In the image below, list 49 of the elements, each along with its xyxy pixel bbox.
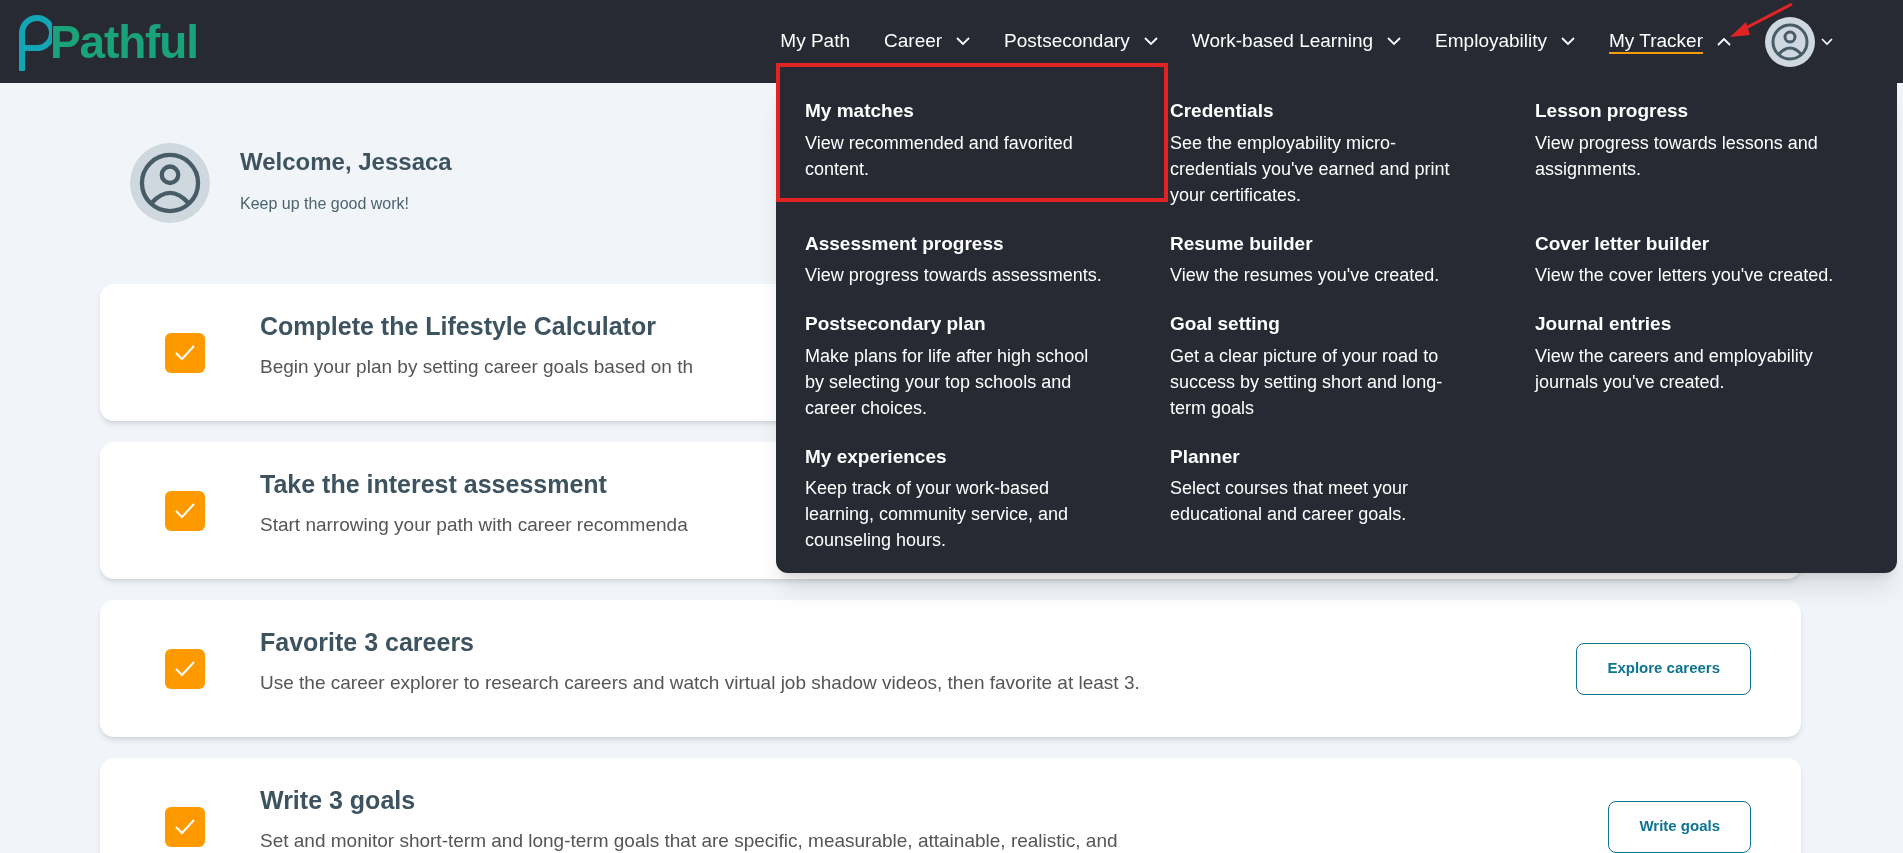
menu-item[interactable]: Journal entries View the careers and employability journals you've created. [1535, 310, 1900, 443]
checkbox[interactable] [165, 332, 205, 373]
nav-link[interactable]: Employability [1435, 28, 1576, 55]
checkbox[interactable] [165, 490, 205, 531]
nav-link[interactable]: Work-based Learning [1191, 28, 1402, 55]
menu-item[interactable]: Cover letter builder View the cover letters you've created. [1535, 229, 1900, 310]
caret-icon[interactable] [1387, 37, 1402, 46]
highlighted-menu-item[interactable]: My matches View recommended and favorited content. [776, 63, 1168, 202]
nav-link[interactable]: My Path [780, 28, 851, 55]
task-description: Set and monitor short-term and long-term goals that are specific, measurable, attainable, realistic, and [260, 829, 1118, 853]
caret-icon[interactable] [1717, 37, 1731, 46]
menu-item[interactable]: Goal setting Get a clear picture of your road to success by setting short and long-term goals [1170, 310, 1535, 443]
avatar-button[interactable] [1765, 16, 1815, 67]
checkbox[interactable] [165, 648, 205, 689]
action-button[interactable]: Write goals [1608, 800, 1751, 853]
menu-item[interactable]: Assessment progress View progress towards assessments. [805, 229, 1170, 310]
task-title: Complete the Lifestyle Calculator [260, 310, 656, 342]
menu-item[interactable]: My experiences Keep track of your work-based learning, community service, and counseling hours. [805, 442, 1170, 575]
menu-item[interactable]: Lesson progress View progress towards lessons and assignments. [1535, 97, 1900, 230]
user-icon [1770, 21, 1810, 62]
user-icon [137, 150, 203, 216]
task-title: Write 3 goals [260, 784, 416, 816]
welcome-title: Welcome, Jessaca [240, 147, 452, 177]
task-title: Take the interest assessment [260, 468, 607, 500]
checkmark-icon [174, 817, 196, 836]
nav-link[interactable]: Career [884, 28, 971, 55]
logo-icon[interactable] [18, 12, 52, 71]
checkbox[interactable] [165, 806, 205, 847]
welcome-subtitle: Keep up the good work! [240, 194, 410, 214]
nav-link[interactable]: Postsecondary [1004, 28, 1158, 55]
menu-item[interactable]: Planner Select courses that meet your educational and career goals. [1170, 442, 1535, 575]
nav-link[interactable]: My Tracker [1609, 28, 1731, 55]
checkmark-icon [174, 343, 196, 362]
menu-item[interactable]: Postsecondary plan Make plans for life after high school by selecting your top schools and career choices. [805, 310, 1170, 443]
checkmark-icon [174, 659, 196, 678]
caret-icon[interactable] [1143, 37, 1158, 46]
menu-item[interactable]: Resume builder View the resumes you've created. [1170, 229, 1535, 310]
task-description: Use the career explorer to research careers and watch virtual job shadow videos, then favorite at least 3. [260, 671, 1140, 695]
task-description: Start narrowing your path with career recommenda [260, 513, 688, 537]
caret-icon[interactable] [1561, 37, 1576, 46]
caret-icon[interactable] [1821, 37, 1833, 46]
brand-name[interactable]: Pathful [50, 18, 198, 65]
task-description: Begin your plan by setting career goals based on th [260, 355, 694, 379]
task-title: Favorite 3 careers [260, 626, 475, 658]
menu-item[interactable]: Credentials See the employability micro-credentials you've earned and print your certificates. [1170, 97, 1535, 230]
arrow-icon [1728, 2, 1794, 40]
action-button[interactable]: Explore careers [1576, 642, 1751, 695]
checkmark-icon [174, 501, 196, 520]
caret-icon[interactable] [956, 37, 971, 46]
